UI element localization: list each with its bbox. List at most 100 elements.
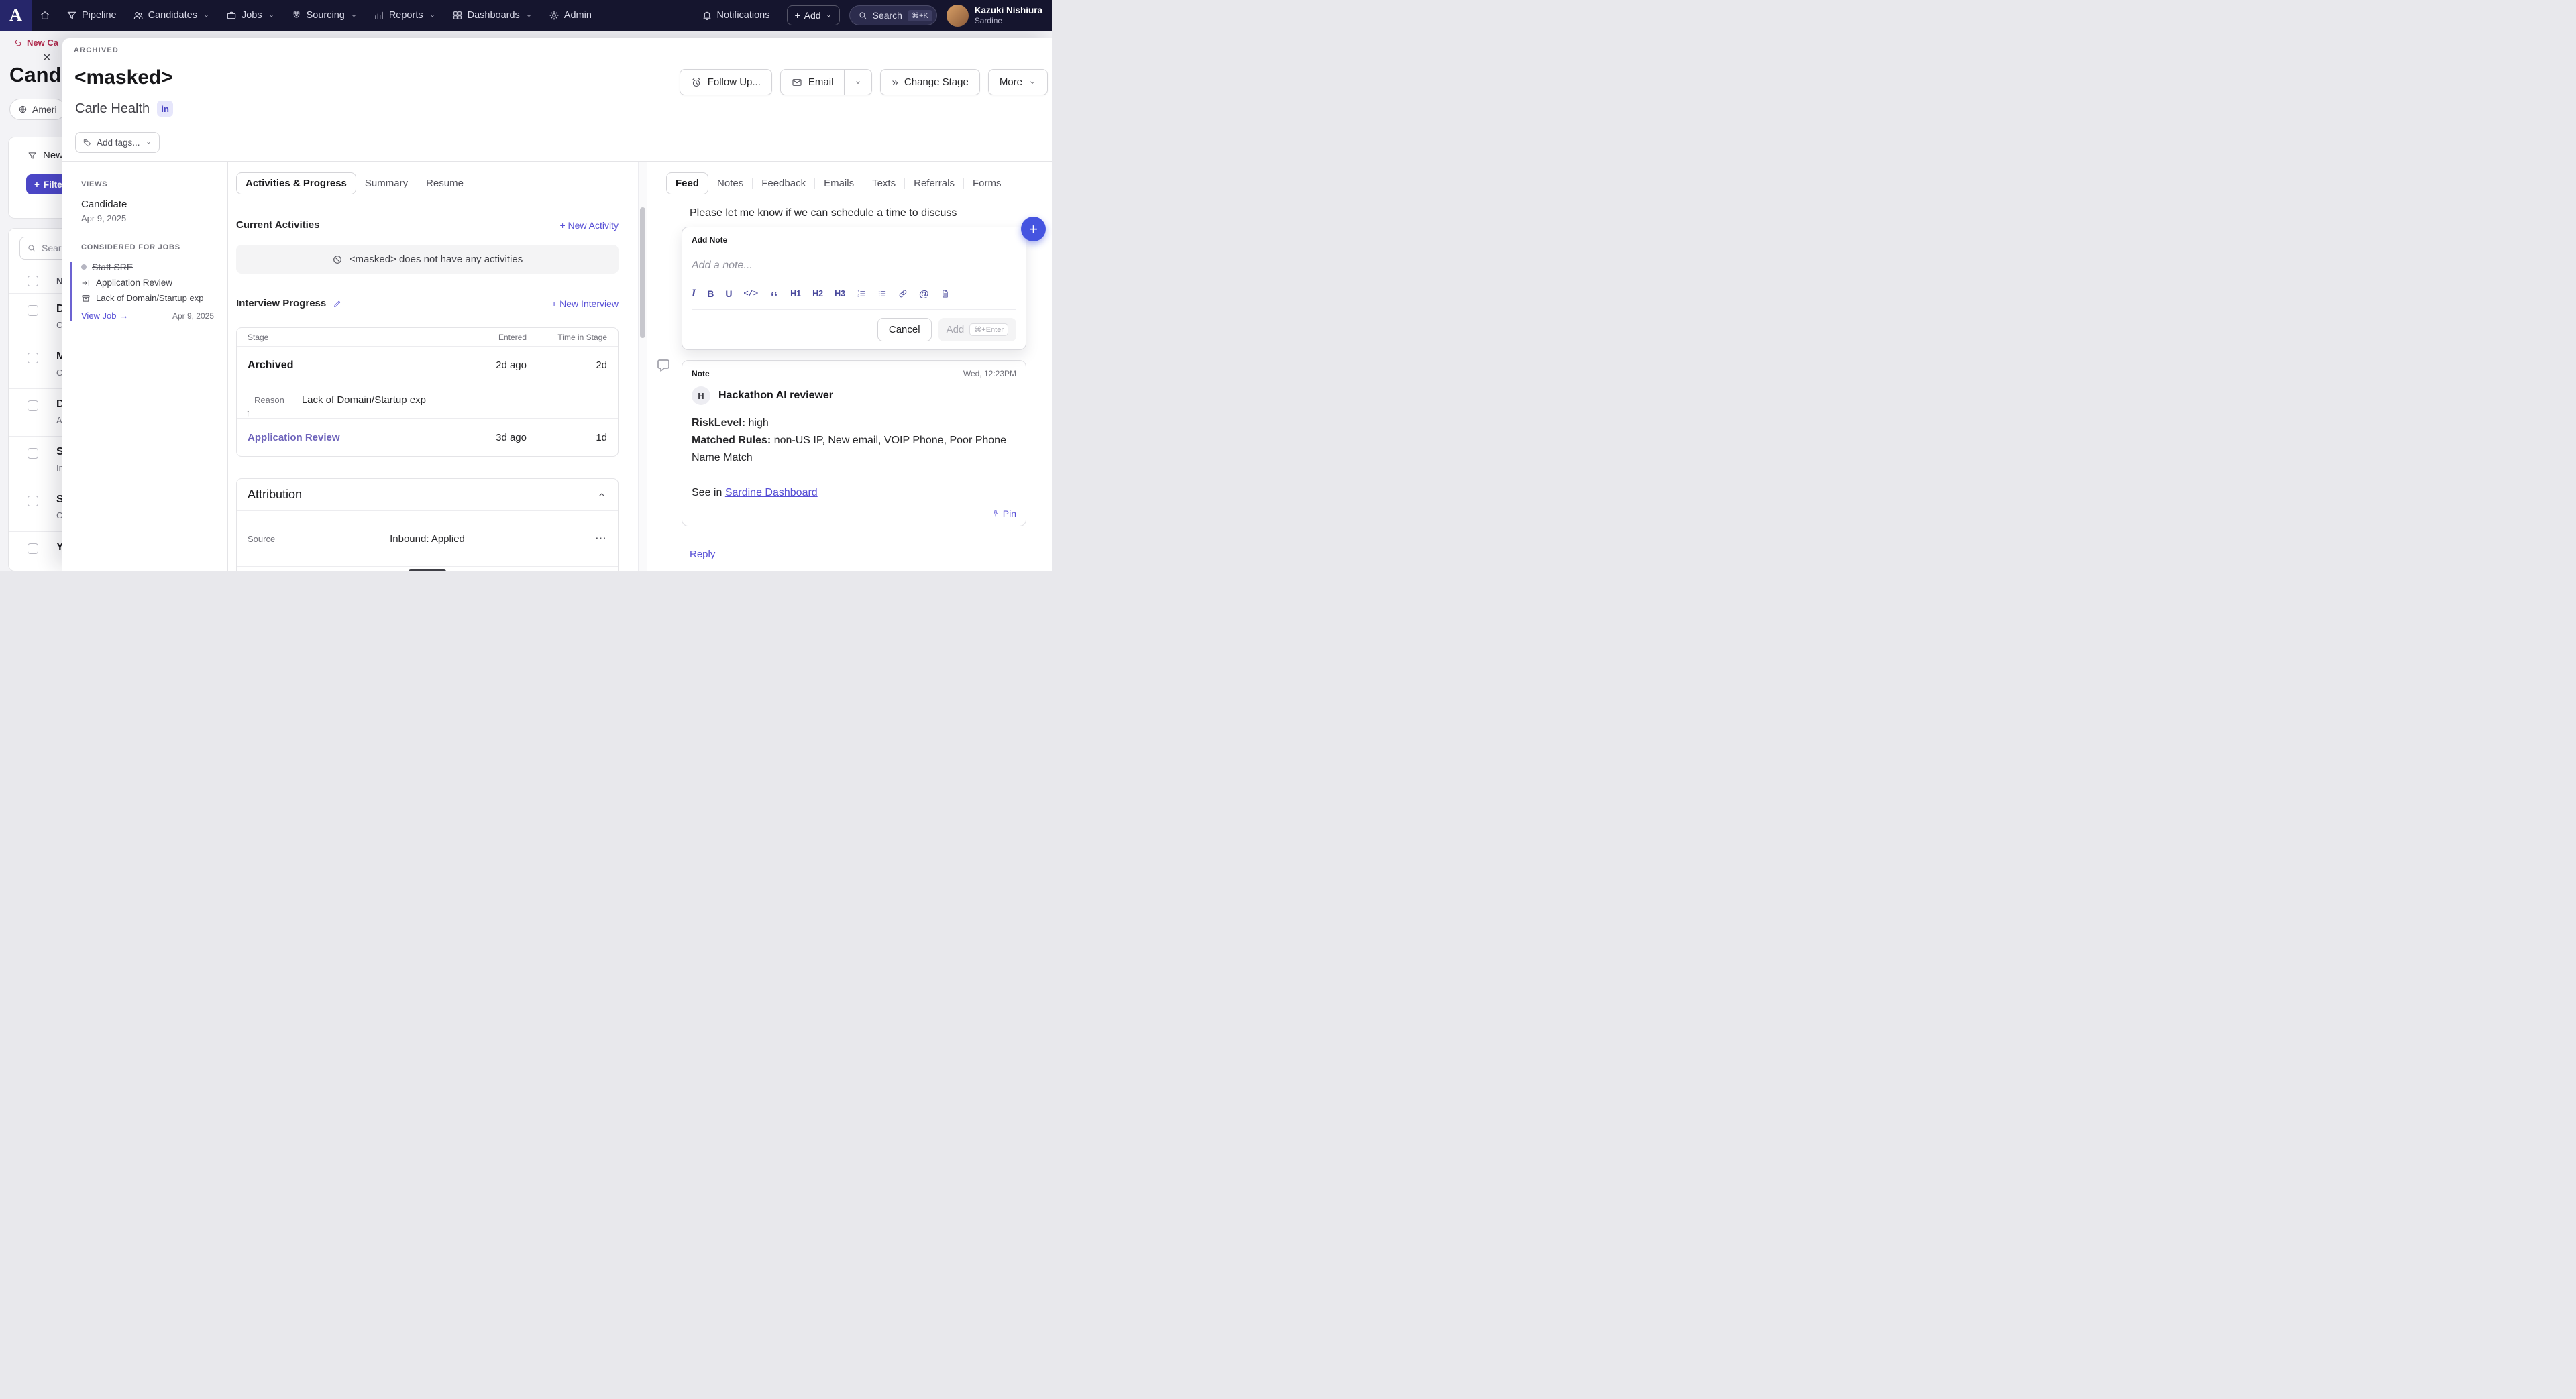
global-search-button[interactable]: Search ⌘+K (849, 5, 937, 25)
change-stage-button[interactable]: » Change Stage (880, 69, 979, 95)
h1-icon[interactable]: H1 (790, 289, 801, 298)
tab-feedback[interactable]: Feedback (753, 173, 814, 194)
tab-referrals[interactable]: Referrals (905, 173, 963, 194)
tab-feed[interactable]: Feed (666, 172, 708, 194)
pencil-icon[interactable] (333, 299, 342, 309)
bullet-list-icon[interactable] (877, 289, 887, 298)
code-icon[interactable]: </> (743, 289, 758, 298)
company-name: Carle Health (75, 101, 150, 117)
h2-icon[interactable]: H2 (812, 289, 823, 298)
h3-icon[interactable]: H3 (835, 289, 845, 298)
select-all-checkbox[interactable] (28, 276, 38, 286)
considered-for-jobs-label: CONSIDERED FOR JOBS (81, 243, 227, 251)
center-scrollbar-track[interactable] (638, 162, 647, 571)
blockquote-icon[interactable] (769, 289, 779, 298)
view-job-link[interactable]: View Job → (81, 311, 129, 321)
row-checkbox[interactable] (28, 496, 38, 506)
reason-label: Reason (254, 395, 284, 405)
note-input[interactable]: Add a note... (692, 260, 1016, 277)
feed-panel: Feed Notes Feedback Emails Texts Referra… (647, 162, 1052, 571)
add-feed-item-fab[interactable]: + (1021, 217, 1046, 241)
user-avatar (947, 5, 969, 27)
row-checkbox[interactable] (28, 448, 38, 459)
chevron-down-icon (350, 12, 358, 19)
app-logo[interactable]: A (0, 0, 32, 31)
cancel-button[interactable]: Cancel (877, 318, 932, 341)
nav-sourcing[interactable]: Sourcing (283, 0, 366, 31)
row-checkbox[interactable] (28, 305, 38, 316)
link-icon[interactable] (898, 289, 908, 298)
tab-emails[interactable]: Emails (815, 173, 863, 194)
linkedin-icon[interactable]: in (157, 101, 173, 117)
region-filter-chip[interactable]: Ameri (9, 99, 66, 120)
row-checkbox[interactable] (28, 543, 38, 554)
email-button[interactable]: Email (780, 69, 845, 95)
tab-summary[interactable]: Summary (356, 173, 417, 194)
chevron-down-icon (203, 12, 210, 19)
candidate-detail-sheet: ARCHIVED <masked> Carle Health in Add ta… (62, 38, 1052, 571)
bold-icon[interactable]: B (707, 288, 714, 299)
row-checkbox[interactable] (28, 400, 38, 411)
reply-link[interactable]: Reply (690, 549, 715, 560)
global-add-button[interactable]: + Add (787, 5, 839, 25)
more-dots-icon[interactable]: ⋯ (595, 532, 607, 545)
page-title: Candi (9, 63, 67, 87)
stage-table-header: Stage Entered Time in Stage (237, 328, 618, 346)
follow-up-button[interactable]: Follow Up... (680, 69, 772, 95)
pin-action[interactable]: Pin (692, 508, 1016, 519)
job-date: Apr 9, 2025 (172, 311, 214, 321)
stage-entered: 2d ago (460, 359, 527, 371)
nav-reports[interactable]: Reports (366, 0, 444, 31)
row-checkbox[interactable] (28, 353, 38, 363)
more-button[interactable]: More (988, 69, 1048, 95)
ordered-list-icon[interactable]: 12 (857, 289, 866, 298)
center-scrollbar-thumb[interactable] (640, 207, 645, 338)
back-link[interactable]: New Ca (13, 38, 58, 48)
underline-icon[interactable]: U (725, 288, 732, 299)
note-body: RiskLevel: high Matched Rules: non-US IP… (692, 414, 1016, 502)
stage-name: Application Review (248, 432, 460, 443)
header-actions: Follow Up... Email » Change Stage (680, 69, 1048, 95)
nav-notifications[interactable]: Notifications (694, 0, 778, 31)
source-value: Inbound: Applied (390, 533, 465, 545)
tab-notes[interactable]: Notes (708, 173, 752, 194)
tab-activities-progress[interactable]: Activities & Progress (236, 172, 356, 194)
stage-entered: 3d ago (460, 432, 527, 443)
list-search-placeholder: Sear (42, 243, 62, 254)
stage-row-archived: Archived 2d ago 2d (237, 346, 618, 384)
search-shortcut-badge: ⌘+K (908, 10, 932, 21)
chevron-down-icon (1028, 78, 1036, 87)
close-icon[interactable]: × (43, 51, 51, 64)
filter-section-label: New (43, 150, 63, 161)
follow-up-label: Follow Up... (708, 76, 761, 88)
file-icon[interactable] (941, 289, 950, 298)
tab-resume[interactable]: Resume (417, 173, 472, 194)
funnel-icon (66, 10, 77, 21)
nav-candidates[interactable]: Candidates (125, 0, 218, 31)
user-menu[interactable]: Kazuki Nishiura Sardine (947, 5, 1042, 27)
nav-dashboards[interactable]: Dashboards (444, 0, 541, 31)
tab-texts[interactable]: Texts (863, 173, 904, 194)
see-in-text: See in (692, 487, 722, 498)
email-split-button: Email (780, 69, 873, 95)
nav-admin[interactable]: Admin (541, 0, 600, 31)
nav-jobs[interactable]: Jobs (218, 0, 283, 31)
email-dropdown-button[interactable] (845, 69, 872, 95)
no-activities-banner: <masked> does not have any activities (236, 245, 619, 274)
add-tags-dropdown[interactable]: Add tags... (75, 132, 160, 153)
nav-jobs-label: Jobs (241, 10, 262, 21)
attribution-header[interactable]: Attribution (237, 479, 618, 511)
chevron-up-icon[interactable] (596, 490, 607, 500)
tab-forms[interactable]: Forms (964, 173, 1010, 194)
sardine-dashboard-link[interactable]: Sardine Dashboard (725, 487, 818, 498)
new-interview-link[interactable]: + New Interview (551, 298, 619, 309)
italic-icon[interactable]: I (692, 288, 696, 300)
mention-icon[interactable]: @ (919, 288, 929, 300)
new-activity-link[interactable]: + New Activity (559, 220, 619, 231)
company-row: Carle Health in (75, 101, 173, 117)
stage-row-application-review: Application Review 3d ago 1d (237, 418, 618, 456)
view-item-candidate[interactable]: Candidate (81, 199, 227, 210)
nav-home[interactable] (32, 0, 58, 31)
nav-pipeline[interactable]: Pipeline (58, 0, 125, 31)
add-note-button[interactable]: Add ⌘+Enter (938, 318, 1016, 341)
